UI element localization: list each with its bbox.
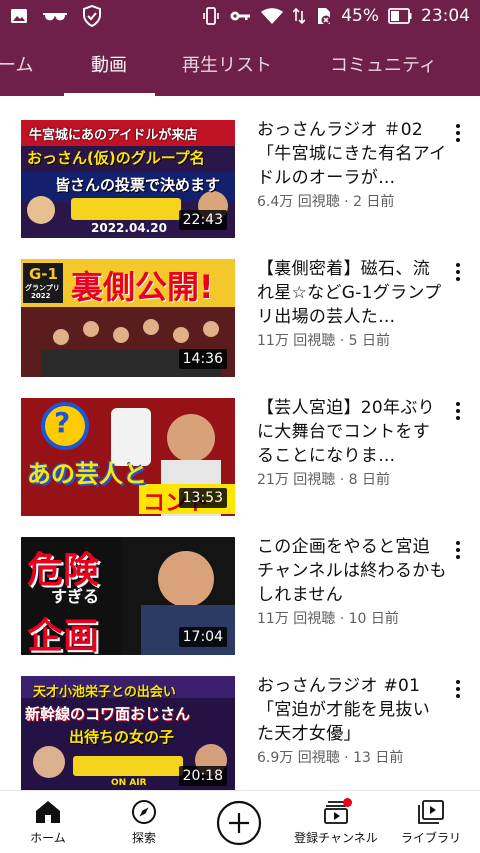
tab-home[interactable]: ーム [0,32,33,96]
more-options-icon[interactable] [450,400,466,422]
home-icon [34,799,62,825]
battery-icon [388,7,412,25]
video-item[interactable]: ? あの芸人と コント 13:53 【芸人宮迫】20年ぶりに大舞台でコントをする… [0,374,480,516]
video-meta: 11万 回視聴 · 10 日前 [257,611,399,627]
more-options-icon[interactable] [450,122,466,144]
create-button[interactable] [214,800,264,846]
question-mark-icon: ? [54,406,71,439]
status-bar: 45% 23:04 [0,0,480,32]
video-thumbnail[interactable]: G-1 グランプリ 2022 裏側公開! 14:36 [21,259,235,377]
notification-dot [343,798,352,807]
video-title[interactable]: 【裏側密着】磁石、流れ星☆などG-1グランプリ出場の芸人た… [257,257,447,329]
image-icon [10,7,28,25]
video-duration: 13:53 [178,488,227,508]
vibrate-icon [202,7,220,25]
library-icon [417,799,445,825]
video-item[interactable]: 天才小池栄子との出会い 新幹線のコワ面おじさん 出待ちの女の子 ON AIR 2… [0,652,480,790]
compass-icon [130,799,158,825]
more-options-icon[interactable] [450,539,466,561]
bottom-navigation: ホーム 探索 登録チャンネル ライブラリ [0,790,480,853]
thumb-line2: すぎる [51,587,100,606]
video-thumbnail[interactable]: ? あの芸人と コント 13:53 [21,398,235,516]
video-meta: 11万 回視聴 · 5 日前 [257,333,390,349]
nav-label: ホーム [30,831,66,845]
video-item[interactable]: 牛宮城にあのアイドルが来店 おっさん(仮)のグループ名 皆さんの投票で決めます … [0,96,480,238]
video-item[interactable]: G-1 グランプリ 2022 裏側公開! 14:36 【裏側密着】磁石、流れ星☆… [0,235,480,377]
video-list: 牛宮城にあのアイドルが来店 おっさん(仮)のグループ名 皆さんの投票で決めます … [0,96,480,790]
thumb-line1: 裏側公開! [71,268,214,306]
video-meta: 21万 回視聴 · 8 日前 [257,472,390,488]
video-thumbnail[interactable]: 天才小池栄子との出会い 新幹線のコワ面おじさん 出待ちの女の子 ON AIR 2… [21,676,235,790]
battery-percent: 45% [341,6,379,26]
thumb-date: 2022.04.20 [91,221,167,235]
nav-label: 探索 [131,831,156,845]
video-duration: 17:04 [178,627,227,647]
more-options-icon[interactable] [450,678,466,700]
tab-playlists[interactable]: 再生リスト [182,32,272,96]
video-meta: 6.4万 回視聴 · 2 日前 [257,194,395,210]
thumb-line1: あの芸人と [27,460,147,488]
key-icon [229,7,251,25]
nav-library[interactable]: ライブラリ [396,791,466,853]
thumb-badge: G-1 [29,265,58,283]
thumb-year: 2022 [31,292,51,300]
video-duration: 14:36 [178,349,227,369]
nav-home[interactable]: ホーム [18,791,78,853]
video-duration: 22:43 [178,210,227,230]
thumb-line2: 新幹線のコワ面おじさん [25,705,191,723]
nav-subscriptions[interactable]: 登録チャンネル [282,791,390,853]
video-title[interactable]: 【芸人宮迫】20年ぶりに大舞台でコントをすることになりま… [257,396,447,468]
video-item[interactable]: 危険 すぎる 企画 17:04 この企画をやると宮迫チャンネルは終わるかもしれま… [0,513,480,655]
video-thumbnail[interactable]: 牛宮城にあのアイドルが来店 おっさん(仮)のグループ名 皆さんの投票で決めます … [21,120,235,238]
video-title[interactable]: おっさんラジオ ＃02「牛宮城にきた有名アイドルのオーラが… [257,118,447,190]
create-plus-icon [216,800,262,846]
video-duration: 20:18 [178,766,227,786]
tab-videos[interactable]: 動画 [91,32,127,96]
video-title[interactable]: おっさんラジオ #01「宮迫が才能を見抜いた天才女優」 [257,674,447,746]
thumb-line1: 天才小池栄子との出会い [33,685,176,700]
no-sim-icon [314,7,332,25]
nav-label: ライブラリ [400,831,461,845]
video-title[interactable]: この企画をやると宮迫チャンネルは終わるかもしれません [257,535,447,607]
subscriptions-icon [322,798,352,825]
tab-community[interactable]: コミュニティ [330,32,437,96]
thumb-line2: おっさん(仮)のグループ名 [27,149,205,167]
thumb-line3: 企画 [27,616,100,655]
shield-check-icon [82,4,102,28]
nav-label: 登録チャンネル [294,831,378,845]
wifi-icon [260,7,284,25]
thumb-line1: 牛宮城にあのアイドルが来店 [29,128,198,143]
thumb-line3: 出待ちの女の子 [69,728,175,746]
more-options-icon[interactable] [450,261,466,283]
channel-tabs: ーム 動画 再生リスト コミュニティ [0,32,480,96]
thumb-line3: 皆さんの投票で決めます [55,176,221,194]
glasses-icon [42,7,68,25]
status-time: 23:04 [421,6,470,26]
video-thumbnail[interactable]: 危険 すぎる 企画 17:04 [21,537,235,655]
video-meta: 6.9万 回視聴 · 13 日前 [257,750,404,766]
data-icon [292,7,306,25]
nav-explore[interactable]: 探索 [114,791,174,853]
thumb-onair: ON AIR [111,778,147,788]
